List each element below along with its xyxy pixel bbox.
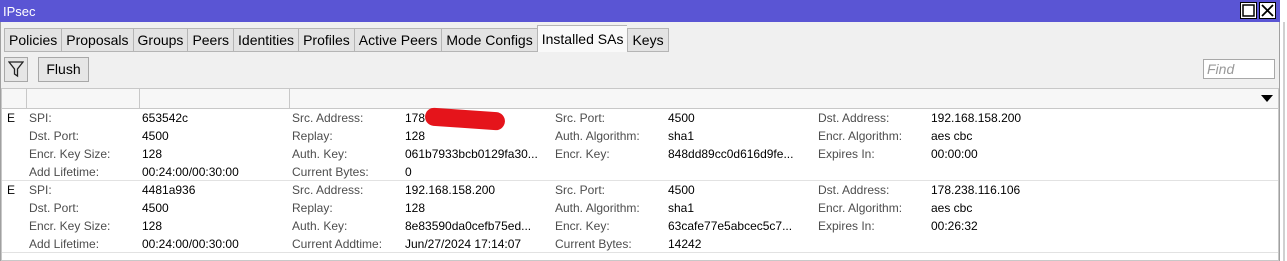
field-value: 4481a936 (142, 183, 196, 197)
field-value: 192.168.158.200 (931, 111, 1022, 125)
field-value: 128 (142, 219, 163, 233)
field-value: 63cafe77e5abcec5c7... (668, 219, 793, 233)
field-label: Expires In: (818, 219, 875, 233)
row-flag: E (7, 111, 16, 125)
tab-keys[interactable]: Keys (627, 28, 669, 52)
field-value: aes cbc (931, 129, 973, 143)
tab-mode-configs[interactable]: Mode Configs (441, 28, 537, 52)
field-label: Current Addtime: (292, 237, 383, 251)
field-label: Encr. Algorithm: (818, 129, 903, 143)
field-label: Add Lifetime: (29, 237, 100, 251)
field-value: 653542c (142, 111, 189, 125)
tab-policies[interactable]: Policies (4, 28, 62, 52)
window-title: IPsec (3, 4, 36, 19)
field-label: Add Lifetime: (29, 165, 100, 179)
column-separator[interactable] (139, 89, 140, 108)
field-value: 14242 (668, 237, 702, 251)
field-value: 192.168.158.200 (405, 183, 496, 197)
field-label: SPI: (29, 111, 52, 125)
tab-profiles[interactable]: Profiles (298, 28, 354, 52)
field-label: Replay: (292, 129, 333, 143)
field-label: Auth. Algorithm: (555, 129, 640, 143)
field-label: Auth. Key: (292, 219, 348, 233)
field-label: SPI: (29, 183, 52, 197)
field-value: 128 (405, 129, 426, 143)
field-value: sha1 (668, 201, 695, 215)
tab-active-peers[interactable]: Active Peers (353, 28, 442, 52)
field-label: Encr. Key: (555, 147, 610, 161)
flush-button[interactable]: Flush (38, 57, 89, 82)
field-value: 128 (405, 201, 426, 215)
field-value: 4500 (142, 201, 169, 215)
field-label: Encr. Key: (555, 219, 610, 233)
field-label: Dst. Address: (818, 111, 890, 125)
field-value: 00:26:32 (931, 219, 978, 233)
close-button[interactable] (1259, 2, 1276, 19)
field-label: Src. Address: (292, 183, 364, 197)
field-label: Current Bytes: (555, 237, 632, 251)
table-row[interactable]: E SPI: 4481a936 Src. Address: 192.168.158.20… (2, 181, 1278, 253)
field-label: Replay: (292, 201, 333, 215)
field-value: aes cbc (931, 201, 973, 215)
field-value: 178.238.116.106 (931, 183, 1021, 197)
field-value: 061b7933bcb0129fa30... (405, 147, 538, 161)
field-label: Auth. Key: (292, 147, 348, 161)
field-value: 8e83590da0cefb75ed... (405, 219, 532, 233)
window-titlebar: IPsec (0, 0, 1280, 22)
installed-sas-table: E SPI: 653542c Src. Address: 178 Src. Port: 45… (1, 88, 1279, 261)
field-label: Dst. Address: (818, 183, 890, 197)
column-separator[interactable] (289, 89, 290, 108)
field-label: Current Bytes: (292, 165, 369, 179)
field-value: 00:24:00/00:30:00 (142, 165, 239, 179)
find-input[interactable]: Find (1203, 59, 1275, 79)
maximize-icon (1242, 4, 1255, 17)
filter-icon (8, 61, 24, 78)
field-value: 0 (405, 165, 412, 179)
window-edge (1283, 22, 1285, 261)
field-value: 4500 (668, 183, 695, 197)
field-label: Src. Port: (555, 183, 606, 197)
field-value: sha1 (668, 129, 695, 143)
field-label: Encr. Algorithm: (818, 201, 903, 215)
filter-button[interactable] (4, 57, 28, 82)
field-label: Encr. Key Size: (29, 147, 111, 161)
toolbar: Flush Find (1, 55, 1279, 85)
tab-installed-sas[interactable]: Installed SAs (536, 25, 628, 52)
field-label: Encr. Key Size: (29, 219, 111, 233)
table-row[interactable]: E SPI: 653542c Src. Address: 178 Src. Port: 45… (2, 107, 1278, 181)
ipsec-window: Policies Proposals Groups Peers Identities Pr… (0, 22, 1280, 261)
column-menu-icon[interactable] (1261, 95, 1273, 103)
row-flag: E (7, 183, 16, 197)
field-value: Jun/27/2024 17:14:07 (405, 237, 522, 251)
field-label: Auth. Algorithm: (555, 201, 640, 215)
field-label: Expires In: (818, 147, 875, 161)
field-value: 848dd89cc0d616d9fe... (668, 147, 794, 161)
table-header (2, 89, 1278, 109)
field-value: 00:00:00 (931, 147, 978, 161)
tab-identities[interactable]: Identities (233, 28, 299, 52)
close-icon (1261, 4, 1274, 17)
field-label: Dst. Port: (29, 129, 80, 143)
tab-bar: Policies Proposals Groups Peers Identities Pr… (4, 25, 669, 52)
field-label: Dst. Port: (29, 201, 80, 215)
tab-peers[interactable]: Peers (187, 28, 234, 52)
field-label: Src. Port: (555, 111, 606, 125)
tab-proposals[interactable]: Proposals (61, 28, 133, 52)
field-value: 4500 (668, 111, 695, 125)
field-label: Src. Address: (292, 111, 364, 125)
tab-groups[interactable]: Groups (132, 28, 188, 52)
field-value: 128 (142, 147, 163, 161)
field-value: 4500 (142, 129, 169, 143)
maximize-button[interactable] (1240, 2, 1257, 19)
column-separator[interactable] (26, 89, 27, 108)
field-value: 00:24:00/00:30:00 (142, 237, 239, 251)
